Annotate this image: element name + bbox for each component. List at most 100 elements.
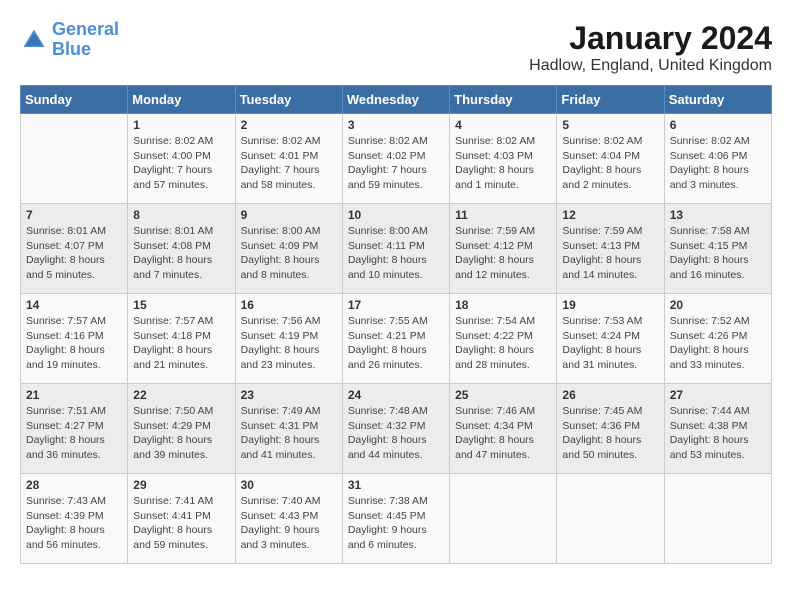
day-info: Sunrise: 8:00 AMSunset: 4:11 PMDaylight:… [348,224,444,283]
day-info: Sunrise: 7:49 AMSunset: 4:31 PMDaylight:… [241,404,337,463]
calendar-week-row: 1 Sunrise: 8:02 AMSunset: 4:00 PMDaylight… [21,114,772,204]
day-info: Sunrise: 7:57 AMSunset: 4:16 PMDaylight:… [26,314,122,373]
day-info: Sunrise: 7:57 AMSunset: 4:18 PMDaylight:… [133,314,229,373]
day-info: Sunrise: 7:52 AMSunset: 4:26 PMDaylight:… [670,314,766,373]
calendar-cell: 24 Sunrise: 7:48 AMSunset: 4:32 PMDayligh… [342,384,449,474]
calendar-cell: 16 Sunrise: 7:56 AMSunset: 4:19 PMDayligh… [235,294,342,384]
calendar-cell: 23 Sunrise: 7:49 AMSunset: 4:31 PMDayligh… [235,384,342,474]
header-tuesday: Tuesday [235,86,342,114]
day-number: 22 [133,388,229,402]
logo-text: General Blue [52,20,119,60]
calendar-cell: 27 Sunrise: 7:44 AMSunset: 4:38 PMDayligh… [664,384,771,474]
day-number: 21 [26,388,122,402]
day-number: 23 [241,388,337,402]
day-info: Sunrise: 7:45 AMSunset: 4:36 PMDaylight:… [562,404,658,463]
day-info: Sunrise: 8:02 AMSunset: 4:03 PMDaylight:… [455,134,551,193]
calendar-cell: 25 Sunrise: 7:46 AMSunset: 4:34 PMDayligh… [450,384,557,474]
day-info: Sunrise: 8:02 AMSunset: 4:01 PMDaylight:… [241,134,337,193]
day-number: 17 [348,298,444,312]
day-info: Sunrise: 8:00 AMSunset: 4:09 PMDaylight:… [241,224,337,283]
day-info: Sunrise: 7:40 AMSunset: 4:43 PMDaylight:… [241,494,337,553]
calendar-cell [21,114,128,204]
calendar-cell: 19Sunrise: 7:53 AMSunset: 4:24 PMDayligh… [557,294,664,384]
day-info: Sunrise: 8:02 AMSunset: 4:06 PMDaylight:… [670,134,766,193]
day-info: Sunrise: 7:50 AMSunset: 4:29 PMDaylight:… [133,404,229,463]
day-number: 24 [348,388,444,402]
calendar-table: SundayMondayTuesdayWednesdayThursdayFrid… [20,85,772,564]
day-number: 11 [455,208,551,222]
day-info: Sunrise: 8:01 AMSunset: 4:07 PMDaylight:… [26,224,122,283]
calendar-cell: 22 Sunrise: 7:50 AMSunset: 4:29 PMDayligh… [128,384,235,474]
calendar-cell: 3Sunrise: 8:02 AMSunset: 4:02 PMDaylight… [342,114,449,204]
day-number: 30 [241,478,337,492]
day-number: 4 [455,118,551,132]
day-info: Sunrise: 8:02 AMSunset: 4:02 PMDaylight:… [348,134,444,193]
calendar-cell: 2 Sunrise: 8:02 AMSunset: 4:01 PMDaylight… [235,114,342,204]
day-number: 28 [26,478,122,492]
day-info: Sunrise: 7:46 AMSunset: 4:34 PMDaylight:… [455,404,551,463]
calendar-cell: 14 Sunrise: 7:57 AMSunset: 4:16 PMDayligh… [21,294,128,384]
title-block: January 2024 Hadlow, England, United Kin… [529,20,772,75]
header-sunday: Sunday [21,86,128,114]
calendar-cell: 26 Sunrise: 7:45 AMSunset: 4:36 PMDayligh… [557,384,664,474]
day-number: 2 [241,118,337,132]
calendar-cell [450,474,557,564]
day-info: Sunrise: 8:02 AMSunset: 4:04 PMDaylight:… [562,134,658,193]
calendar-week-row: 21 Sunrise: 7:51 AMSunset: 4:27 PMDayligh… [21,384,772,474]
day-number: 5 [562,118,658,132]
calendar-cell: 9 Sunrise: 8:00 AMSunset: 4:09 PMDaylight… [235,204,342,294]
calendar-cell: 28Sunrise: 7:43 AMSunset: 4:39 PMDayligh… [21,474,128,564]
logo: General Blue [20,20,119,60]
header-wednesday: Wednesday [342,86,449,114]
calendar-cell: 20 Sunrise: 7:52 AMSunset: 4:26 PMDayligh… [664,294,771,384]
calendar-cell: 31 Sunrise: 7:38 AMSunset: 4:45 PMDayligh… [342,474,449,564]
calendar-cell: 29Sunrise: 7:41 AMSunset: 4:41 PMDayligh… [128,474,235,564]
day-info: Sunrise: 7:54 AMSunset: 4:22 PMDaylight:… [455,314,551,373]
day-number: 31 [348,478,444,492]
day-info: Sunrise: 7:51 AMSunset: 4:27 PMDaylight:… [26,404,122,463]
day-number: 18 [455,298,551,312]
header-friday: Friday [557,86,664,114]
day-info: Sunrise: 7:44 AMSunset: 4:38 PMDaylight:… [670,404,766,463]
day-number: 26 [562,388,658,402]
calendar-cell: 10 Sunrise: 8:00 AMSunset: 4:11 PMDayligh… [342,204,449,294]
day-number: 19 [562,298,658,312]
calendar-cell: 15Sunrise: 7:57 AMSunset: 4:18 PMDayligh… [128,294,235,384]
day-number: 29 [133,478,229,492]
header-monday: Monday [128,86,235,114]
day-number: 10 [348,208,444,222]
day-info: Sunrise: 7:55 AMSunset: 4:21 PMDaylight:… [348,314,444,373]
day-info: Sunrise: 7:38 AMSunset: 4:45 PMDaylight:… [348,494,444,553]
header-thursday: Thursday [450,86,557,114]
day-number: 20 [670,298,766,312]
calendar-cell [557,474,664,564]
calendar-cell: 1 Sunrise: 8:02 AMSunset: 4:00 PMDaylight… [128,114,235,204]
day-info: Sunrise: 7:56 AMSunset: 4:19 PMDaylight:… [241,314,337,373]
calendar-cell: 4 Sunrise: 8:02 AMSunset: 4:03 PMDaylight… [450,114,557,204]
day-number: 12 [562,208,658,222]
day-number: 27 [670,388,766,402]
day-number: 9 [241,208,337,222]
day-number: 25 [455,388,551,402]
day-number: 1 [133,118,229,132]
day-number: 16 [241,298,337,312]
calendar-cell: 13Sunrise: 7:58 AMSunset: 4:15 PMDayligh… [664,204,771,294]
calendar-cell: 5 Sunrise: 8:02 AMSunset: 4:04 PMDaylight… [557,114,664,204]
calendar-cell: 30 Sunrise: 7:40 AMSunset: 4:43 PMDayligh… [235,474,342,564]
calendar-cell: 12 Sunrise: 7:59 AMSunset: 4:13 PMDayligh… [557,204,664,294]
day-info: Sunrise: 7:59 AMSunset: 4:13 PMDaylight:… [562,224,658,283]
day-number: 14 [26,298,122,312]
day-number: 13 [670,208,766,222]
day-number: 7 [26,208,122,222]
calendar-cell [664,474,771,564]
calendar-cell: 18 Sunrise: 7:54 AMSunset: 4:22 PMDayligh… [450,294,557,384]
calendar-cell: 7 Sunrise: 8:01 AMSunset: 4:07 PMDaylight… [21,204,128,294]
calendar-cell: 21 Sunrise: 7:51 AMSunset: 4:27 PMDayligh… [21,384,128,474]
calendar-week-row: 14 Sunrise: 7:57 AMSunset: 4:16 PMDayligh… [21,294,772,384]
day-info: Sunrise: 7:48 AMSunset: 4:32 PMDaylight:… [348,404,444,463]
calendar-week-row: 28Sunrise: 7:43 AMSunset: 4:39 PMDayligh… [21,474,772,564]
day-info: Sunrise: 8:02 AMSunset: 4:00 PMDaylight:… [133,134,229,193]
day-number: 8 [133,208,229,222]
calendar-cell: 6Sunrise: 8:02 AMSunset: 4:06 PMDaylight… [664,114,771,204]
header-saturday: Saturday [664,86,771,114]
